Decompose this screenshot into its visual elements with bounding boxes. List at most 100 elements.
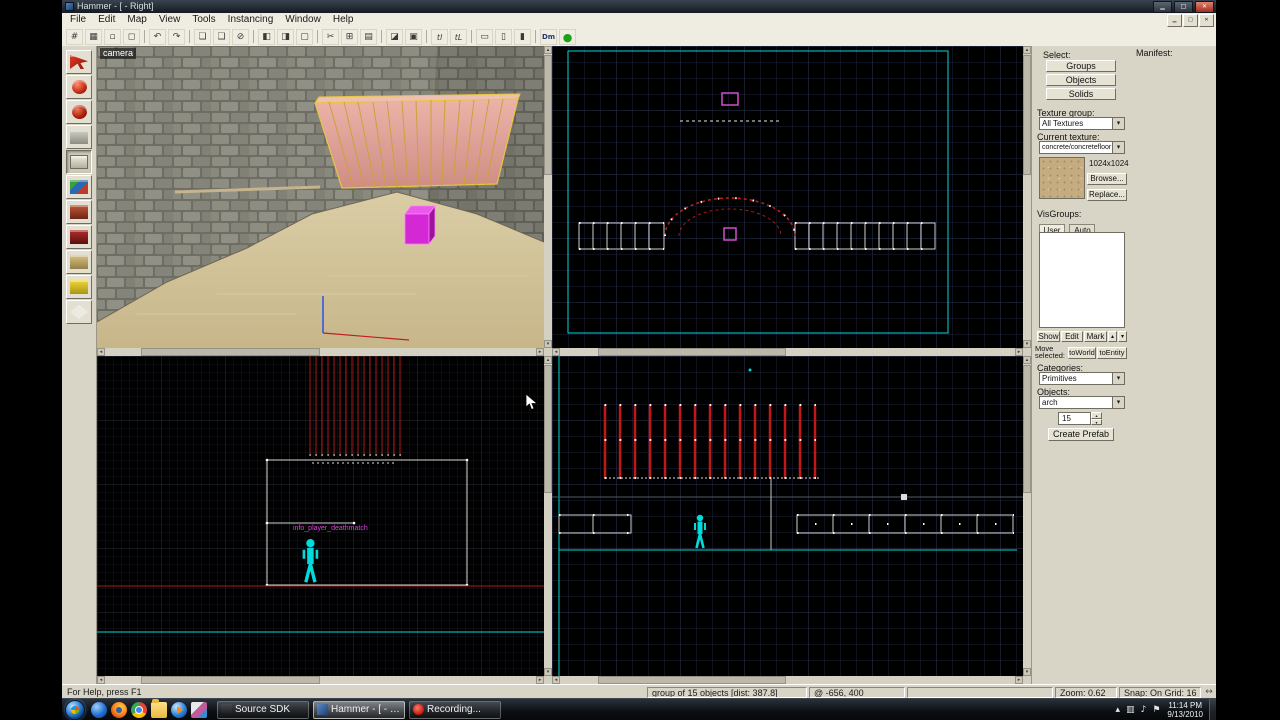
show-desktop-button[interactable]	[1209, 698, 1216, 720]
mdi-close-button[interactable]: ✕	[1199, 14, 1214, 27]
taskbar-app-source-sdk[interactable]: Source SDK	[217, 700, 309, 719]
camera-tool[interactable]	[66, 100, 92, 124]
viewport-2d-side[interactable]: info_player_deathmatch ◂ ▸ ▴ ▾	[97, 356, 552, 684]
undo-button[interactable]: ↶	[149, 28, 166, 45]
objects-dropdown[interactable]: arch	[1039, 396, 1125, 409]
visgroup-up-button[interactable]: ▴	[1108, 331, 1117, 342]
viewport-2d-top[interactable]: ◂ ▸ ▴ ▾	[552, 46, 1031, 356]
apply-overlays-tool[interactable]	[66, 225, 92, 249]
menu-item[interactable]: Map	[121, 13, 152, 27]
start-button[interactable]	[65, 699, 85, 720]
network-icon[interactable]: ▥	[1126, 705, 1135, 715]
h-scrollbar[interactable]: ◂ ▸	[97, 676, 544, 684]
clipping-tool[interactable]	[66, 250, 92, 274]
hidden-icons-chevron[interactable]: ▴	[1116, 705, 1121, 715]
spinner-down-button[interactable]: ▾	[1091, 418, 1102, 425]
hide-unselected-button[interactable]: ◨	[277, 28, 294, 45]
h-scrollbar[interactable]: ◂ ▸	[97, 348, 544, 356]
select-solids-mode-button[interactable]: ▮	[514, 28, 531, 45]
snap-to-grid-button[interactable]: #	[66, 28, 83, 45]
replace-button[interactable]: Replace...	[1087, 189, 1127, 201]
close-button[interactable]: ✕	[1195, 0, 1214, 13]
browse-button[interactable]: Browse...	[1087, 173, 1127, 185]
v-scrollbar[interactable]: ▴ ▾	[544, 356, 552, 676]
taskbar-app-hammer[interactable]: Hammer - [ - Rig...	[313, 700, 405, 719]
texture-application-tool[interactable]	[66, 175, 92, 199]
ignore-groups-button[interactable]: ⊘	[232, 28, 249, 45]
texture-scale-lock-button[interactable]: tL	[450, 28, 467, 45]
paint-icon[interactable]	[191, 701, 207, 718]
internet-explorer-icon[interactable]	[91, 701, 107, 718]
dm-button[interactable]: Dm	[540, 28, 557, 45]
chrome-icon[interactable]	[131, 701, 147, 718]
visgroup-list[interactable]	[1039, 232, 1125, 328]
viewport-2d-front[interactable]: ◂ ▸ ▴ ▾	[552, 356, 1031, 684]
action-center-icon[interactable]: ⚑	[1152, 705, 1160, 715]
taskbar-app-recording[interactable]: Recording...	[409, 700, 501, 719]
select-objects-mode-button[interactable]: ▯	[495, 28, 512, 45]
select-solids-button[interactable]: Solids	[1046, 88, 1116, 100]
displacement-tool[interactable]	[66, 300, 92, 324]
quick-launch	[89, 698, 209, 718]
texture-lock-button[interactable]: tl	[431, 28, 448, 45]
toentity-button[interactable]: toEntity	[1097, 347, 1127, 359]
v-scrollbar[interactable]: ▴ ▾	[1023, 356, 1031, 676]
visgroup-show-button[interactable]: Show	[1037, 331, 1060, 342]
menu-item[interactable]: Window	[279, 13, 327, 27]
taskbar-clock[interactable]: 11:14 PM 9/13/2010	[1167, 701, 1203, 719]
menu-item[interactable]: Tools	[186, 13, 221, 27]
select-groups-mode-button[interactable]: ▭	[476, 28, 493, 45]
texture-preview[interactable]	[1039, 157, 1085, 199]
visgroup-mark-button[interactable]: Mark	[1084, 331, 1107, 342]
apply-decals-tool[interactable]	[66, 200, 92, 224]
texture-group-dropdown[interactable]: All Textures	[1039, 117, 1125, 130]
redo-button[interactable]: ↷	[168, 28, 185, 45]
current-texture-dropdown[interactable]: concrete/concretefloor	[1039, 141, 1125, 154]
vertex-tool[interactable]	[66, 275, 92, 299]
selection-tool[interactable]	[66, 50, 92, 74]
menu-item[interactable]: View	[153, 13, 187, 27]
grid-smaller-button[interactable]: ▫	[104, 28, 121, 45]
tool-icon	[70, 205, 88, 219]
hollow-button[interactable]: ▣	[405, 28, 422, 45]
menu-item[interactable]: File	[64, 13, 92, 27]
run-map-button[interactable]: ●	[559, 28, 576, 45]
entity-tool[interactable]	[66, 125, 92, 149]
grid-3d-button[interactable]: ▦	[85, 28, 102, 45]
group-button[interactable]: ❏	[194, 28, 211, 45]
v-scrollbar[interactable]: ▴ ▾	[544, 46, 552, 348]
maximize-button[interactable]: □	[1174, 0, 1193, 13]
menu-item[interactable]: Edit	[92, 13, 121, 27]
paste-button[interactable]: ▤	[360, 28, 377, 45]
ungroup-button[interactable]: ❑	[213, 28, 230, 45]
block-tool[interactable]	[66, 150, 92, 174]
carve-button[interactable]: ◪	[386, 28, 403, 45]
select-objects-button[interactable]: Objects	[1046, 74, 1116, 86]
h-scrollbar[interactable]: ◂ ▸	[552, 348, 1023, 356]
menu-item[interactable]: Instancing	[222, 13, 280, 27]
grid-larger-button[interactable]: ◻	[123, 28, 140, 45]
minimize-button[interactable]: ▁	[1153, 0, 1172, 13]
select-groups-button[interactable]: Groups	[1046, 60, 1116, 72]
magnify-tool[interactable]	[66, 75, 92, 99]
toworld-button[interactable]: toWorld	[1068, 347, 1096, 359]
mdi-minimize-button[interactable]: ▁	[1167, 14, 1182, 27]
show-all-button[interactable]: ▢	[296, 28, 313, 45]
copy-button[interactable]: ⊞	[341, 28, 358, 45]
mdi-restore-button[interactable]: □	[1183, 14, 1198, 27]
h-scrollbar[interactable]: ◂ ▸	[552, 676, 1023, 684]
hide-selected-button[interactable]: ◧	[258, 28, 275, 45]
visgroup-edit-button[interactable]: Edit	[1061, 331, 1083, 342]
media-player-icon[interactable]	[171, 701, 187, 718]
volume-icon[interactable]: ♪	[1141, 705, 1147, 715]
v-scrollbar[interactable]: ▴ ▾	[1023, 46, 1031, 348]
faces-value-field[interactable]: 15	[1058, 412, 1091, 425]
viewport-3d-camera[interactable]: camera ◂ ▸ ▴ ▾	[97, 46, 552, 356]
visgroup-down-button[interactable]: ▾	[1118, 331, 1127, 342]
cut-button[interactable]: ✂	[322, 28, 339, 45]
menu-item[interactable]: Help	[327, 13, 360, 27]
categories-dropdown[interactable]: Primitives	[1039, 372, 1125, 385]
create-prefab-button[interactable]: Create Prefab	[1048, 428, 1114, 441]
folder-icon[interactable]	[151, 698, 167, 718]
firefox-icon[interactable]	[111, 701, 127, 718]
